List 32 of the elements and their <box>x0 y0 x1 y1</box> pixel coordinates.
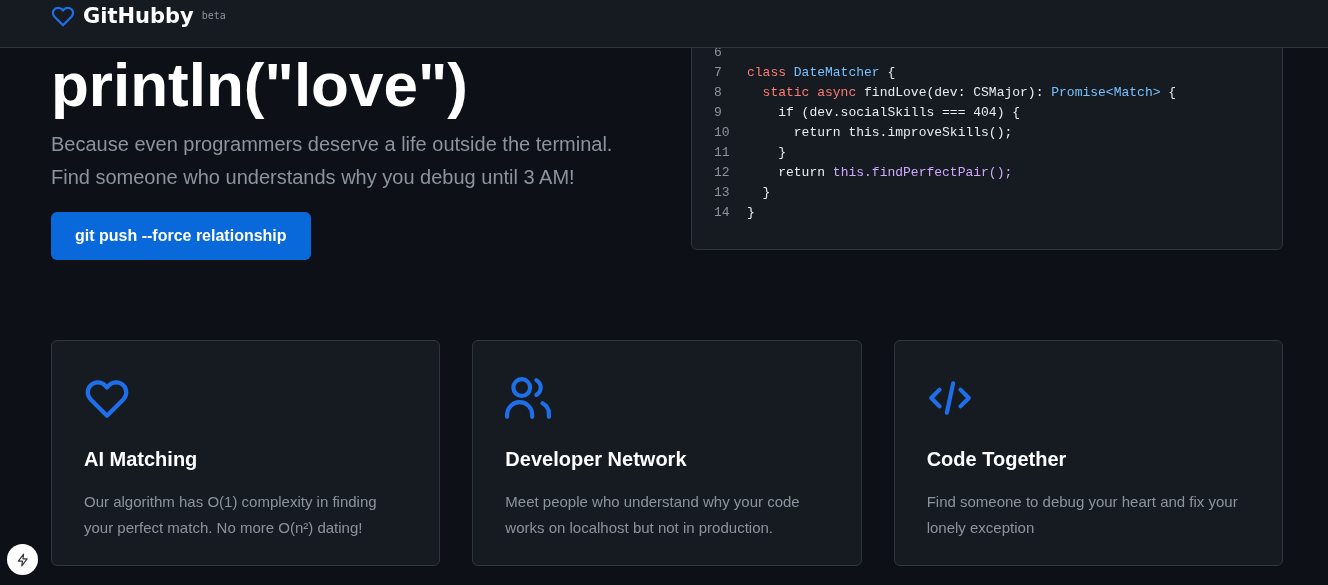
line-number: 10 <box>713 124 731 142</box>
line-number: 9 <box>713 104 723 122</box>
code-line: } <box>761 184 771 202</box>
people-icon <box>505 375 552 421</box>
line-number: 13 <box>713 184 731 202</box>
feature-title: Code Together <box>926 447 1068 472</box>
dev-tools-button[interactable] <box>7 544 38 575</box>
feature-description: Meet people who understand why your code works on localhost but not in production. <box>505 492 801 538</box>
feature-title: AI Matching <box>84 447 199 472</box>
line-number: 12 <box>713 164 731 182</box>
subtitle-text: Because even programmers deserve a life outside the terminal. <box>51 132 614 157</box>
code-line: } <box>777 144 786 162</box>
code-line: return this.improveSkills(); <box>792 124 1013 142</box>
code-line: class DateMatcher { <box>747 64 896 82</box>
logo-heart-icon <box>51 4 75 28</box>
feature-title: Developer Network <box>505 447 688 472</box>
cta-button[interactable]: git push --force relationship <box>51 212 311 260</box>
line-number: 8 <box>713 84 723 102</box>
code-line: if (dev.socialSkills === 404) { <box>777 104 1021 122</box>
lightning-icon <box>15 552 30 567</box>
beta-label: beta <box>201 10 226 21</box>
headline: println("love") <box>51 49 469 121</box>
line-number: 14 <box>713 204 731 222</box>
line-number: 7 <box>713 64 723 82</box>
code-line: static async findLove(dev: CSMajor): Promise<Match> { <box>761 84 1177 102</box>
brand-name[interactable]: GitHubby <box>83 4 194 28</box>
line-number: 11 <box>713 144 731 162</box>
code-line: } <box>747 204 755 222</box>
feature-description: Our algorithm has O(1) complexity in finding your perfect match. No more O(n²) dating! <box>84 492 378 538</box>
feature-description: Find someone to debug your heart and fix your lonely exception <box>926 492 1239 538</box>
code-line: return this.findPerfectPair(); <box>777 164 1013 182</box>
subtitle-text: Find someone who understands why you debug until 3 AM! <box>51 165 576 190</box>
